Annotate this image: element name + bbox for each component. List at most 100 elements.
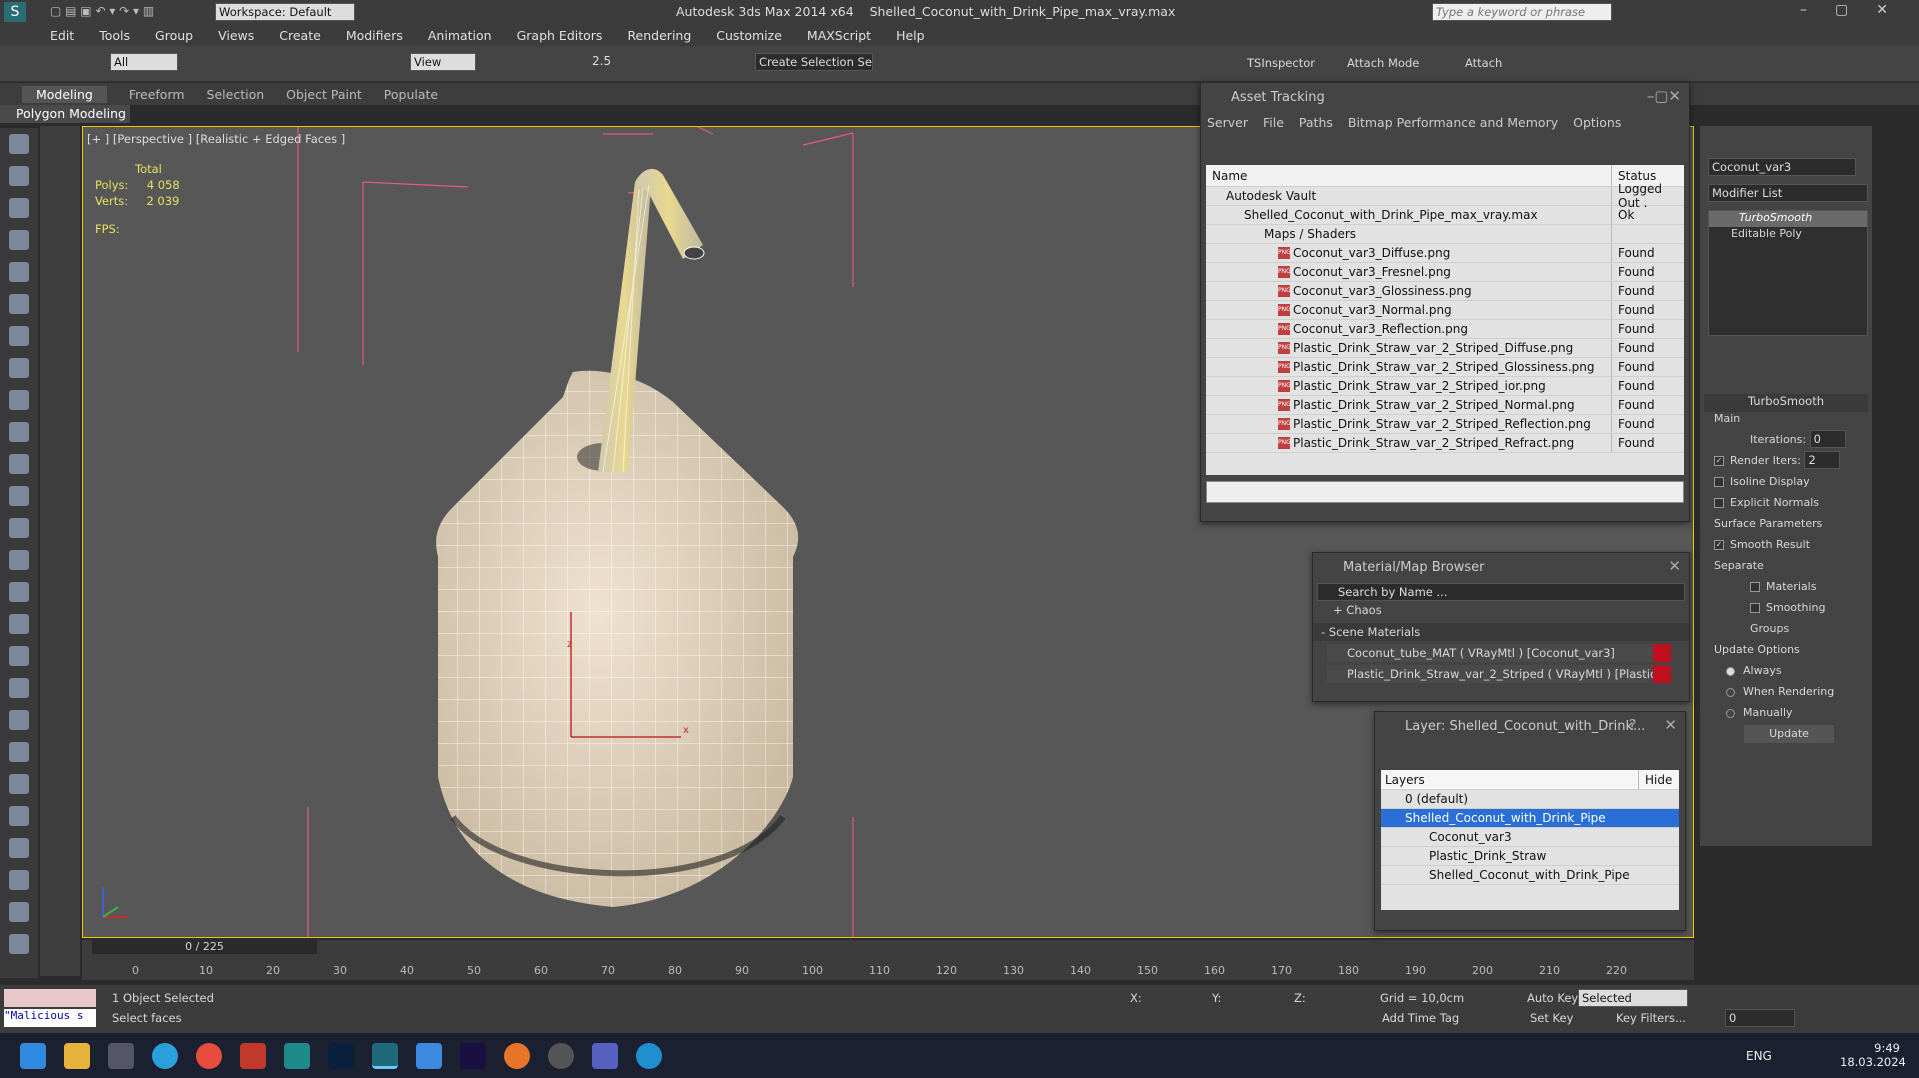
quick-access-icons[interactable]: ▢ ▤ ▣ ↶ ▾ ↷ ▾ ▥ bbox=[50, 4, 190, 20]
always-radio[interactable] bbox=[1726, 666, 1735, 676]
asset-row[interactable]: Autodesk Vault Logged Out . bbox=[1206, 182, 1684, 210]
smoothing-groups-checkbox[interactable] bbox=[1750, 603, 1760, 613]
asset-menu-0[interactable]: Server bbox=[1207, 115, 1248, 130]
layer-row[interactable]: Shelled_Coconut_with_Drink_Pipe bbox=[1381, 866, 1679, 885]
asset-menu-2[interactable]: Paths bbox=[1299, 115, 1333, 130]
asset-row[interactable]: PNG Coconut_var3_Glossiness.png Found bbox=[1206, 282, 1684, 301]
layer-window-controls[interactable]: ? ✕ bbox=[1628, 716, 1677, 734]
menu-item-10[interactable]: MAXScript bbox=[807, 28, 871, 43]
material-entry[interactable]: Coconut_tube_MAT ( VRayMtl ) [Coconut_va… bbox=[1327, 644, 1671, 662]
col-status-header[interactable]: Status bbox=[1612, 169, 1656, 183]
asset-row[interactable]: PNG Coconut_var3_Fresnel.png Found bbox=[1206, 263, 1684, 282]
asset-menu-4[interactable]: Options bbox=[1573, 115, 1621, 130]
asset-row[interactable]: PNG Plastic_Drink_Straw_var_2_Striped_Nor… bbox=[1206, 396, 1684, 415]
edge-icon[interactable] bbox=[636, 1043, 662, 1069]
tool-icon-5[interactable] bbox=[9, 294, 29, 314]
app-logo-icon[interactable]: S bbox=[4, 2, 26, 22]
search-app-icon[interactable] bbox=[548, 1043, 574, 1069]
tool-icon-1[interactable] bbox=[9, 166, 29, 186]
task-view-icon[interactable] bbox=[108, 1043, 134, 1069]
after-effects-icon[interactable] bbox=[460, 1043, 486, 1069]
layer-row[interactable]: Shelled_Coconut_with_Drink_Pipe bbox=[1381, 809, 1679, 828]
snap-value[interactable]: 2.5 bbox=[592, 54, 611, 68]
layers-header[interactable]: Layers bbox=[1381, 770, 1639, 789]
smooth-result-checkbox[interactable]: ✓ bbox=[1714, 540, 1724, 550]
material-search-input[interactable]: Search by Name ... bbox=[1317, 583, 1685, 601]
tool-icon-19[interactable] bbox=[9, 742, 29, 762]
ts-inspector-button[interactable]: TSInspector bbox=[1247, 56, 1315, 70]
menu-item-3[interactable]: Views bbox=[218, 28, 254, 43]
asset-menu-3[interactable]: Bitmap Performance and Memory bbox=[1348, 115, 1558, 130]
tool-icon-17[interactable] bbox=[9, 678, 29, 698]
asset-row[interactable]: PNG Coconut_var3_Normal.png Found bbox=[1206, 301, 1684, 320]
menu-item-6[interactable]: Animation bbox=[428, 28, 492, 43]
iterations-spinner[interactable]: 0 bbox=[1809, 430, 1846, 448]
layer-row[interactable]: Plastic_Drink_Straw bbox=[1381, 847, 1679, 866]
layer-row[interactable]: 0 (default) bbox=[1381, 790, 1679, 809]
tool-icon-24[interactable] bbox=[9, 902, 29, 922]
tool-icon-14[interactable] bbox=[9, 582, 29, 602]
layer-row[interactable]: Coconut_var3 bbox=[1381, 828, 1679, 847]
tool-icon-20[interactable] bbox=[9, 774, 29, 794]
timeline-ticks[interactable]: 0 10 20 30 40 50 60 70 80 90 100 110 120 130 140 150 160… bbox=[132, 958, 1692, 978]
tool-icon-2[interactable] bbox=[9, 198, 29, 218]
key-filters-button[interactable]: Key Filters... bbox=[1616, 1011, 1686, 1025]
tool-icon-16[interactable] bbox=[9, 646, 29, 666]
ribbon-tab-4[interactable]: Populate bbox=[384, 87, 438, 102]
material-browser-titlebar[interactable]: Material/Map Browser ✕ bbox=[1313, 553, 1689, 581]
tool-icon-11[interactable] bbox=[9, 486, 29, 506]
3dsmax-icon[interactable] bbox=[284, 1043, 310, 1069]
maxscript-mini-listener[interactable]: "Malicious s bbox=[4, 1009, 96, 1027]
asset-menu-1[interactable]: File bbox=[1263, 115, 1284, 130]
time-slider[interactable]: 0 / 225 bbox=[92, 940, 317, 954]
hide-header[interactable]: Hide bbox=[1639, 773, 1672, 787]
maxscript-listener[interactable] bbox=[4, 989, 96, 1007]
selection-set-dropdown[interactable]: Create Selection Se bbox=[755, 53, 873, 71]
asset-row[interactable]: PNG Plastic_Drink_Straw_var_2_Striped_Ref… bbox=[1206, 434, 1684, 453]
tool-icon-23[interactable] bbox=[9, 870, 29, 890]
asset-row[interactable]: Shelled_Coconut_with_Drink_Pipe_max_vray… bbox=[1206, 206, 1684, 225]
update-button[interactable]: Update bbox=[1744, 725, 1834, 743]
add-time-tag-button[interactable]: Add Time Tag bbox=[1382, 1011, 1459, 1025]
manually-radio[interactable] bbox=[1726, 708, 1735, 718]
tool-icon-21[interactable] bbox=[9, 806, 29, 826]
render-iters-checkbox[interactable]: ✓ bbox=[1714, 456, 1724, 466]
material-entry[interactable]: Plastic_Drink_Straw_var_2_Striped ( VRay… bbox=[1327, 665, 1671, 683]
menu-item-11[interactable]: Help bbox=[896, 28, 925, 43]
tool-icon-10[interactable] bbox=[9, 454, 29, 474]
asset-row[interactable]: Maps / Shaders bbox=[1206, 225, 1684, 244]
scene-materials-group[interactable]: - Scene Materials bbox=[1313, 623, 1689, 641]
asset-tracking-window-controls[interactable]: –▢✕ bbox=[1647, 87, 1681, 105]
asset-row[interactable]: PNG Plastic_Drink_Straw_var_2_Striped_Glo… bbox=[1206, 358, 1684, 377]
menu-item-4[interactable]: Create bbox=[279, 28, 321, 43]
ribbon-tab-1[interactable]: Freeform bbox=[129, 87, 185, 102]
ribbon-tab-0[interactable]: Modeling bbox=[22, 85, 107, 103]
tool-icon-7[interactable] bbox=[9, 358, 29, 378]
attach-mode-button[interactable]: Attach Mode bbox=[1347, 56, 1419, 70]
menu-item-8[interactable]: Rendering bbox=[627, 28, 691, 43]
notepad-icon[interactable] bbox=[416, 1043, 442, 1069]
isoline-checkbox[interactable] bbox=[1714, 477, 1724, 487]
viewport-label[interactable]: [+ ] [Perspective ] [Realistic + Edged F… bbox=[87, 132, 345, 146]
photoshop-icon[interactable] bbox=[328, 1043, 354, 1069]
menu-item-5[interactable]: Modifiers bbox=[346, 28, 403, 43]
modifier-list-dropdown[interactable]: Modifier List bbox=[1708, 184, 1868, 202]
tool-icon-25[interactable] bbox=[9, 934, 29, 954]
tool-icon-8[interactable] bbox=[9, 390, 29, 410]
current-frame-field[interactable]: 0 bbox=[1725, 1009, 1795, 1027]
attach-button[interactable]: Attach bbox=[1465, 56, 1502, 70]
explorer-icon[interactable] bbox=[64, 1043, 90, 1069]
asset-row[interactable]: PNG Plastic_Drink_Straw_var_2_Striped_Ref… bbox=[1206, 415, 1684, 434]
asset-row[interactable]: PNG Coconut_var3_Diffuse.png Found bbox=[1206, 244, 1684, 263]
materials-checkbox[interactable] bbox=[1750, 582, 1760, 592]
app-g-icon[interactable] bbox=[504, 1043, 530, 1069]
chaos-group[interactable]: + Chaos bbox=[1313, 603, 1689, 617]
ribbon-tab-3[interactable]: Object Paint bbox=[286, 87, 362, 102]
close-icon[interactable]: ✕ bbox=[1668, 557, 1681, 575]
menu-item-2[interactable]: Group bbox=[155, 28, 193, 43]
3dsmax-active-icon[interactable] bbox=[372, 1043, 398, 1069]
app-64-icon[interactable] bbox=[240, 1043, 266, 1069]
telegram-icon[interactable] bbox=[152, 1043, 178, 1069]
render-iters-spinner[interactable]: 2 bbox=[1804, 451, 1841, 469]
ribbon-tab-2[interactable]: Selection bbox=[207, 87, 265, 102]
